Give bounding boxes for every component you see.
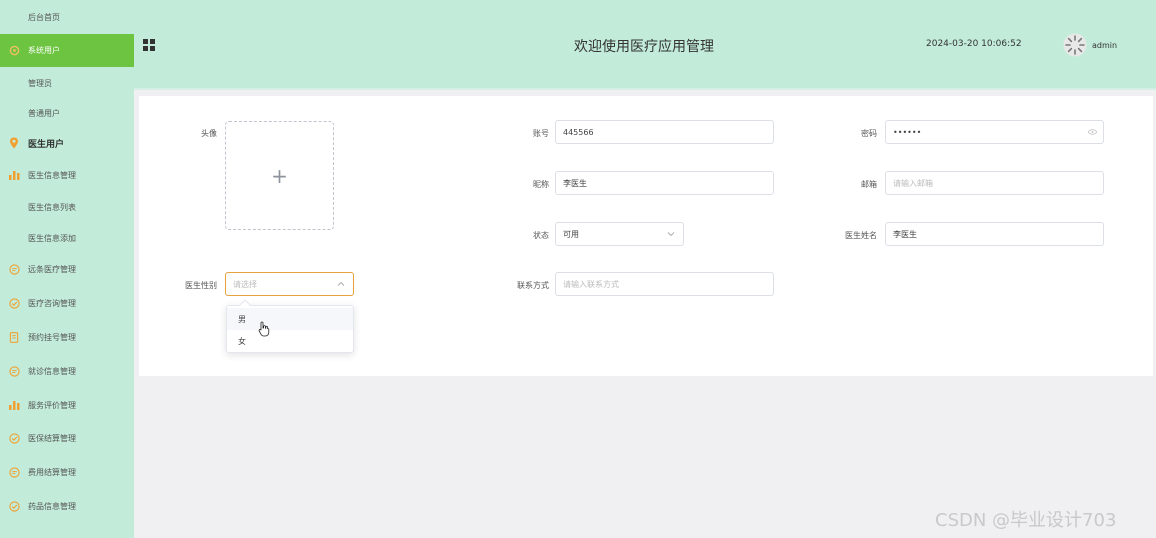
avatar-upload[interactable]: + — [225, 121, 334, 230]
location-pin-icon — [8, 137, 20, 149]
account-label: 账号 — [533, 129, 549, 138]
sidebar-item-billing[interactable]: 费用结算管理 — [0, 461, 134, 483]
eye-icon[interactable] — [1088, 129, 1097, 135]
status-select[interactable]: 可用 — [555, 222, 684, 246]
chevron-up-icon — [337, 281, 345, 286]
sidebar-item-doctor-add[interactable]: 医生信息添加 — [0, 227, 134, 249]
sidebar-item-appointment[interactable]: 预约挂号管理 — [0, 326, 134, 348]
sidebar-item-insurance[interactable]: 医保结算管理 — [0, 427, 134, 449]
bar-chart-icon — [8, 399, 20, 411]
password-label: 密码 — [861, 129, 877, 138]
doctor-name-input[interactable]: 李医生 — [885, 222, 1104, 246]
watermark: CSDN @毕业设计703 — [935, 510, 1117, 531]
gender-option-male[interactable]: 男 — [227, 308, 353, 330]
hand-cursor-icon — [258, 321, 270, 337]
sidebar-item-service-review[interactable]: 服务评价管理 — [0, 394, 134, 416]
sidebar-item-drug-info[interactable]: 药品信息管理 — [0, 495, 134, 517]
account-input[interactable]: 445566 — [555, 120, 774, 144]
page-title: 欢迎使用医疗应用管理 — [574, 39, 714, 55]
check-circle-icon — [8, 500, 20, 512]
sidebar-item-remote-medical[interactable]: 远条医疗管理 — [0, 258, 134, 280]
plus-icon: + — [271, 163, 288, 188]
sidebar-item-admin[interactable]: 管理员 — [0, 72, 134, 94]
grid-menu-icon[interactable] — [143, 39, 155, 51]
gender-select[interactable]: 请选择 — [225, 272, 354, 296]
chat-icon — [8, 263, 20, 275]
check-circle-icon — [8, 432, 20, 444]
sidebar-item-visit-info[interactable]: 就诊信息管理 — [0, 360, 134, 382]
sidebar-item-normal-user[interactable]: 普通用户 — [0, 102, 134, 124]
gender-dropdown: 男 女 — [226, 299, 354, 353]
check-circle-icon — [8, 297, 20, 309]
sidebar-item-doctor-list[interactable]: 医生信息列表 — [0, 196, 134, 218]
status-label: 状态 — [533, 231, 549, 240]
chat-icon — [8, 466, 20, 478]
contact-input[interactable]: 请输入联系方式 — [555, 272, 774, 296]
nickname-label: 昵称 — [533, 180, 549, 189]
sidebar: 后台首页 系统用户 管理员 普通用户 医生用户 医生信息管理 医生信息列表 医生… — [0, 0, 134, 538]
email-input[interactable]: 请输入邮箱 — [885, 171, 1104, 195]
nickname-input[interactable]: 李医生 — [555, 171, 774, 195]
chat-icon — [8, 365, 20, 377]
contact-label: 联系方式 — [517, 281, 549, 290]
chevron-down-icon — [667, 232, 675, 237]
password-input[interactable]: •••••• — [885, 120, 1104, 144]
gender-option-female[interactable]: 女 — [227, 330, 353, 352]
document-icon — [8, 331, 20, 343]
avatar-label: 头像 — [201, 129, 217, 138]
sidebar-item-system-users[interactable]: 系统用户 — [0, 34, 134, 67]
sidebar-item-medical-consult[interactable]: 医疗咨询管理 — [0, 292, 134, 314]
bar-chart-icon — [8, 169, 20, 181]
gender-label: 医生性别 — [185, 281, 217, 290]
header-username[interactable]: admin — [1092, 41, 1117, 50]
sidebar-item-doctor-info[interactable]: 医生信息管理 — [0, 164, 134, 186]
gear-icon — [8, 45, 20, 57]
sidebar-item-doctor-users[interactable]: 医生用户 — [0, 132, 134, 154]
avatar[interactable] — [1063, 33, 1087, 57]
email-label: 邮箱 — [861, 180, 877, 189]
sidebar-item-home[interactable]: 后台首页 — [0, 6, 134, 28]
doctor-name-label: 医生姓名 — [845, 231, 877, 240]
header: 欢迎使用医疗应用管理 2024-03-20 10:06:52 admin — [134, 0, 1156, 90]
header-datetime: 2024-03-20 10:06:52 — [926, 39, 1022, 49]
